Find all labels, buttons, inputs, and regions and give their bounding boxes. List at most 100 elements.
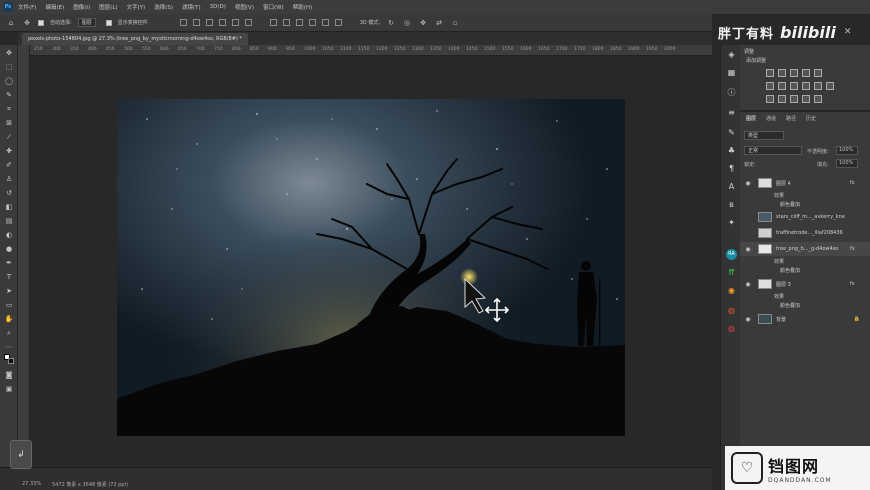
zoom-tool-icon[interactable]: ⌕ [4,328,14,338]
quick-select-tool-icon[interactable]: ✎ [4,90,14,100]
layer-fx-badge[interactable]: fx [850,246,855,252]
align-middle-icon[interactable] [231,19,239,26]
background-color-swatch[interactable] [8,358,14,364]
autoselect-dropdown[interactable]: 图层 [77,18,96,27]
tab-paths[interactable]: 路径 [786,115,796,122]
layer-row[interactable]: traffinetrode..._illaf208436 [740,226,870,240]
posterize-adj-icon[interactable] [778,95,786,103]
align-right-icon[interactable] [205,19,213,26]
color-overlay-effect[interactable]: 颜色叠加 [780,201,800,208]
path-select-tool-icon[interactable]: ➤ [4,286,14,296]
exposure-adj-icon[interactable] [802,69,810,77]
channel-mixer-adj-icon[interactable] [814,82,822,90]
ruler-horizontal[interactable]: 250 300 350 400 450 500 550 600 650 700 750 800 850 9… [30,45,712,56]
menu-edit[interactable]: 编辑(E) [45,3,64,11]
distribute-icon-2[interactable] [282,19,290,26]
move-tool-icon[interactable]: ✥ [22,18,32,28]
color-wheel-icon[interactable]: ◉ [726,285,737,296]
align-center-icon[interactable] [192,19,200,26]
menu-filter[interactable]: 滤镜(T) [182,3,201,11]
menu-window[interactable]: 窗口(W) [263,3,284,11]
visibility-eye-icon[interactable]: ◉ [744,180,752,187]
adjustments-tab[interactable]: 调整 [744,48,754,55]
expand-panel-icon[interactable]: ↲ [10,440,32,469]
frame-tool-icon[interactable]: ⊠ [4,118,14,128]
layer-fx-badge[interactable]: fx [850,180,855,186]
type-tool-icon[interactable]: T [4,272,14,282]
screen-mode-icon[interactable]: ▣ [4,384,14,394]
hue-adj-icon[interactable] [766,82,774,90]
brush-panel-icon[interactable]: ✎ [726,127,737,138]
photo-filter-adj-icon[interactable] [802,82,810,90]
plugin-ff-icon[interactable]: ff [726,267,737,278]
brush-tool-icon[interactable]: ✐ [4,160,14,170]
threshold-adj-icon[interactable] [790,95,798,103]
tab-layers[interactable]: 图层 [746,115,756,122]
tool-preset-icon[interactable]: ✦ [726,217,737,228]
clone-stamp-tool-icon[interactable]: ♙ [4,174,14,184]
menu-image[interactable]: 图像(I) [73,3,90,11]
character-panel-icon[interactable]: A [726,181,737,192]
layer-row[interactable]: stars_cliff_m..._avkerry_kne [740,210,870,224]
paragraph-panel-icon[interactable]: ¶ [726,163,737,174]
distribute-icon-1[interactable] [269,19,277,26]
visibility-eye-icon[interactable]: ◉ [744,281,752,288]
shape-tool-icon[interactable]: ▭ [4,300,14,310]
menu-type[interactable]: 文字(Y) [127,3,146,11]
brightness-adj-icon[interactable] [766,69,774,77]
distribute-icon-6[interactable] [334,19,342,26]
adjust-panel-icon[interactable]: ≡ [726,107,737,118]
zoom-level[interactable]: 27.33% [22,481,41,487]
tab-channels[interactable]: 通道 [766,115,776,122]
fill-field[interactable]: 100% [836,159,858,168]
distribute-icon-4[interactable] [308,19,316,26]
3d-pan-icon[interactable]: ✥ [418,18,428,28]
layer-row[interactable]: ◉ 背景 🔒 [740,312,870,326]
lookup-adj-icon[interactable] [826,82,834,90]
crop-tool-icon[interactable]: ⌗ [4,104,14,114]
selective-color-adj-icon[interactable] [802,95,810,103]
align-bottom-icon[interactable] [244,19,252,26]
align-top-icon[interactable] [218,19,226,26]
menu-3d[interactable]: 3D(D) [210,4,226,10]
distribute-icon-3[interactable] [295,19,303,26]
transform-checkbox[interactable] [105,19,112,26]
menu-file[interactable]: 文件(F) [18,3,36,11]
tab-history[interactable]: 历史 [806,115,816,122]
marquee-tool-icon[interactable]: ⬚ [4,62,14,72]
visibility-eye-icon[interactable]: ◉ [744,246,752,253]
align-left-icon[interactable] [179,19,187,26]
plugin-orange-icon[interactable]: ◍ [726,305,737,316]
menu-help[interactable]: 帮助(H) [293,3,312,11]
close-icon[interactable]: ✕ [844,27,852,37]
pen-tool-icon[interactable]: ✒ [4,258,14,268]
3d-rotate-icon[interactable]: ↻ [386,18,396,28]
distribute-icon-5[interactable] [321,19,329,26]
move-tool-icon[interactable]: ✥ [4,48,14,58]
quick-mask-icon[interactable]: ◙ [4,370,14,380]
home-icon[interactable]: ⌂ [6,18,16,28]
more-tools-icon[interactable]: ⋯ [4,342,14,352]
plugin-ra-icon[interactable]: RA [726,249,737,260]
curves-adj-icon[interactable] [790,69,798,77]
eyedropper-tool-icon[interactable]: ⁄ [4,132,14,142]
eraser-tool-icon[interactable]: ◧ [4,202,14,212]
hand-tool-icon[interactable]: ✋ [4,314,14,324]
plugin-red-icon[interactable]: ◍ [726,323,737,334]
menu-view[interactable]: 视图(V) [235,3,254,11]
color-overlay-effect[interactable]: 颜色叠加 [780,302,800,309]
menu-select[interactable]: 选择(S) [154,3,173,11]
kind-filter-dropdown[interactable]: 类型 [744,131,784,140]
vibrance-adj-icon[interactable] [814,69,822,77]
lasso-tool-icon[interactable]: ◯ [4,76,14,86]
color-overlay-effect[interactable]: 颜色叠加 [780,267,800,274]
3d-scale-icon[interactable]: ▫ [450,18,460,28]
gradient-tool-icon[interactable]: ▤ [4,216,14,226]
healing-tool-icon[interactable]: ✚ [4,146,14,156]
autoselect-checkbox[interactable] [38,19,44,26]
opacity-field[interactable]: 100% [836,146,858,155]
history-panel-icon[interactable]: ◈ [726,49,737,60]
3d-roll-icon[interactable]: ◎ [402,18,412,28]
clone-panel-icon[interactable]: ♣ [726,145,737,156]
menu-layer[interactable]: 图层(L) [99,3,117,11]
